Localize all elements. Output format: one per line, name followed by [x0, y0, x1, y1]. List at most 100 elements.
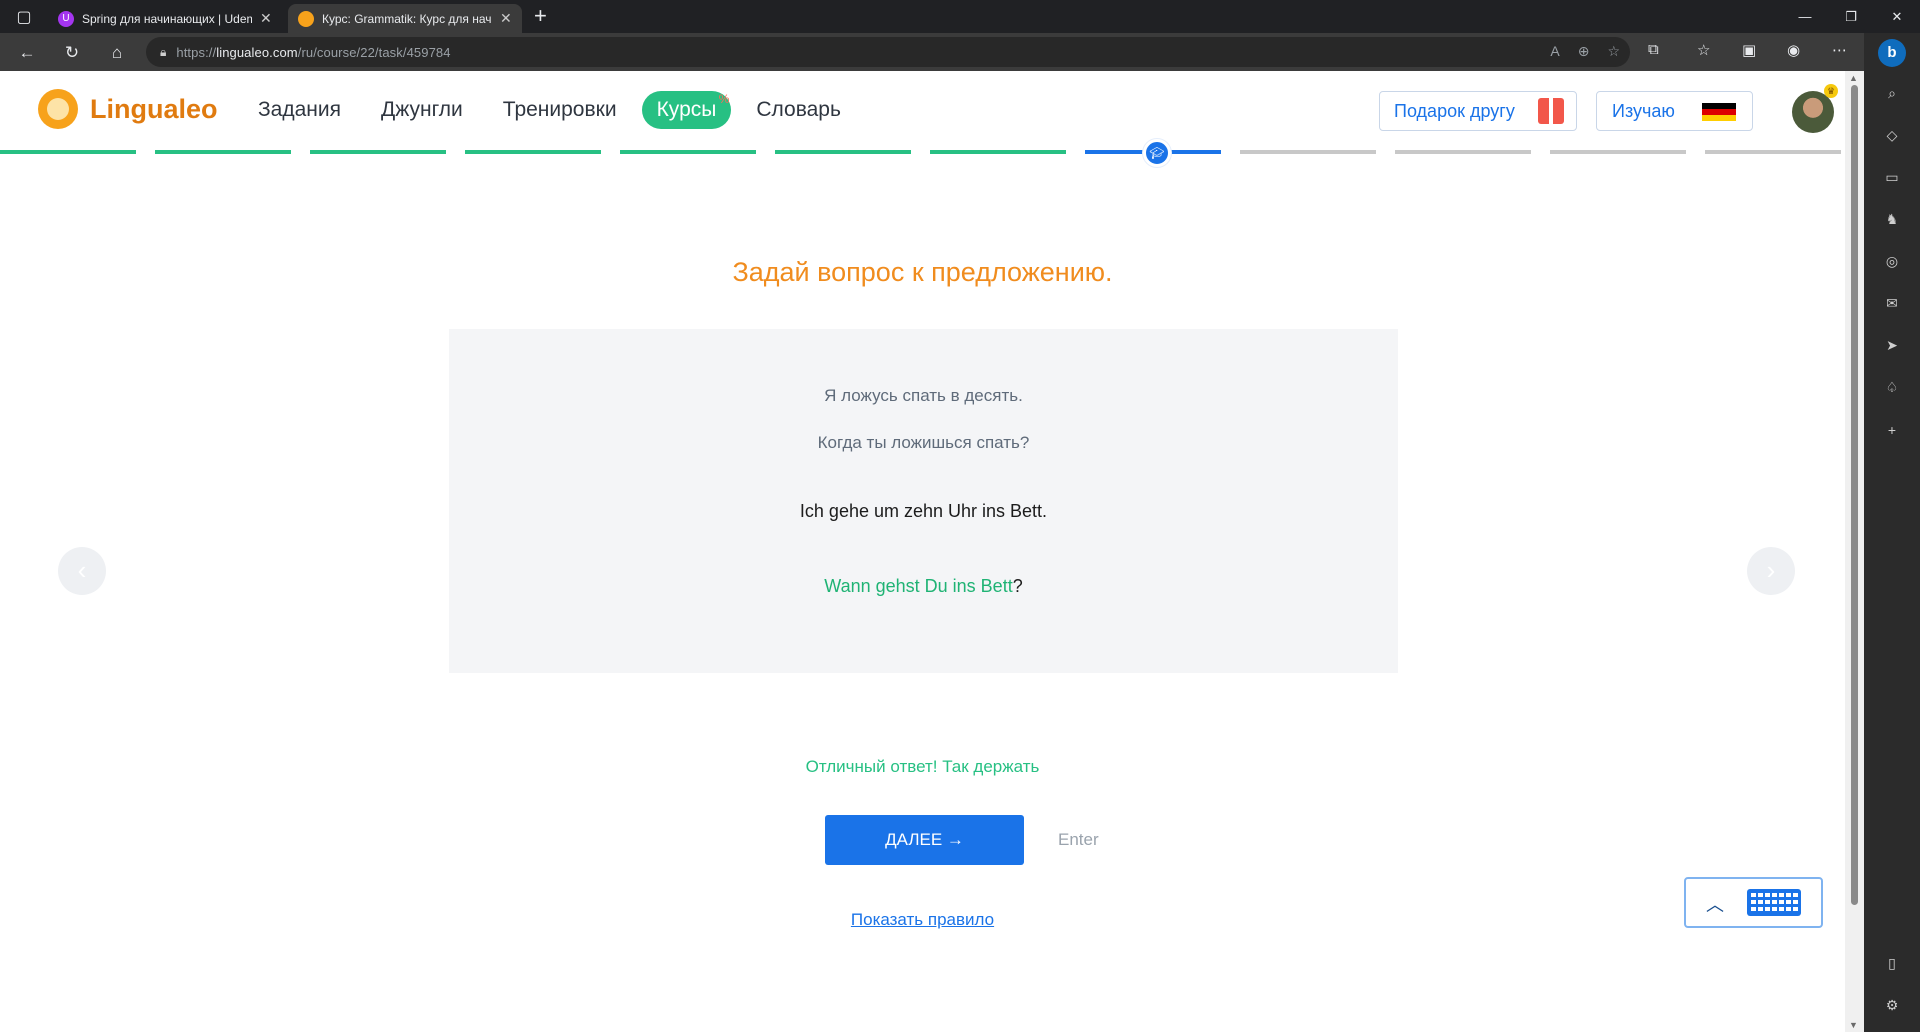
tree-icon[interactable]: ♤	[1882, 377, 1902, 397]
tools-briefcase-icon[interactable]: ▭	[1882, 167, 1902, 187]
feedback-message: Отличный ответ! Так держать	[805, 757, 1040, 776]
gift-icon	[1538, 98, 1564, 124]
close-window-icon[interactable]: ✕	[1874, 0, 1920, 33]
answer-punctuation: ?	[1012, 576, 1023, 596]
gift-button-label: Подарок другу	[1394, 100, 1515, 121]
main-nav: Задания Джунгли Тренировки Курсы% Словар…	[258, 91, 881, 129]
games-icon[interactable]: ♞	[1882, 209, 1902, 229]
task-progress-bar	[0, 150, 1845, 154]
page-scrollbar[interactable]: ▲ ▼	[1845, 71, 1864, 1032]
chevron-left-icon: ‹	[77, 555, 87, 585]
chevron-up-icon: ︿	[1706, 895, 1724, 915]
progress-segment	[930, 150, 1066, 154]
percent-badge-icon: %	[718, 92, 730, 106]
scroll-up-icon[interactable]: ▲	[1849, 73, 1858, 83]
nav-dictionary[interactable]: Словарь	[756, 91, 841, 129]
site-header: Lingualeo Задания Джунгли Тренировки Кур…	[0, 71, 1845, 146]
hint-question-ru: Когда ты ложишься спать?	[817, 433, 1030, 452]
progress-segment	[1705, 150, 1841, 154]
progress-segment	[1240, 150, 1376, 154]
bing-copilot-icon[interactable]: b	[1878, 39, 1906, 67]
exercise-card: Я ложусь спать в десять. Когда ты ложишь…	[449, 329, 1398, 673]
url-text: https://lingualeo.com/ru/course/22/task/…	[176, 44, 451, 60]
scroll-down-icon[interactable]: ▼	[1849, 1020, 1858, 1030]
office-icon[interactable]: ◎	[1882, 251, 1902, 271]
answer-correct-text: Wann gehst Du ins Bett	[824, 576, 1013, 596]
address-bar[interactable]: 🔒︎ https://lingualeo.com/ru/course/22/ta…	[146, 37, 1630, 67]
tab-title: Spring для начинающих | Udem	[82, 11, 252, 26]
address-bar-actions: A ⊕ ☆	[1550, 43, 1620, 60]
keyboard-widget[interactable]: ︿	[1684, 877, 1823, 928]
browser-tab-lingualeo[interactable]: Курс: Grammatik: Курс для начи ✕	[288, 4, 522, 33]
new-tab-icon[interactable]: +	[534, 3, 547, 29]
show-rule-link: Показать правило	[0, 910, 1845, 930]
next-task-arrow-button[interactable]: ›	[1747, 547, 1795, 595]
progress-segment	[620, 150, 756, 154]
logo-text: Lingualeo	[90, 93, 218, 124]
progress-segment	[1395, 150, 1531, 154]
extensions-icon[interactable]: ⧉	[1648, 41, 1659, 58]
add-sidebar-icon[interactable]: +	[1882, 420, 1902, 440]
more-menu-icon[interactable]: ⋯	[1832, 41, 1847, 59]
send-icon[interactable]: ➤	[1882, 335, 1902, 355]
german-flag-icon	[1702, 103, 1736, 121]
close-tab-icon[interactable]: ✕	[260, 10, 272, 27]
keyboard-icon	[1747, 889, 1801, 916]
progress-segment	[310, 150, 446, 154]
settings-gear-icon[interactable]: ⚙	[1882, 995, 1902, 1015]
site-logo[interactable]: Lingualeo	[38, 89, 218, 129]
scrollbar-thumb[interactable]	[1851, 85, 1858, 905]
window-controls: — ❐ ✕	[1782, 0, 1920, 33]
minimize-icon[interactable]: —	[1782, 0, 1828, 33]
home-icon[interactable]: ⌂	[106, 42, 128, 64]
show-rule-link-text[interactable]: Показать правило	[851, 910, 994, 929]
user-answer: Wann gehst Du ins Bett?	[449, 576, 1398, 597]
lock-icon: 🔒︎	[160, 44, 167, 59]
nav-courses-label: Курсы	[656, 98, 717, 121]
progress-segment	[465, 150, 601, 154]
premium-crown-icon: ♛	[1824, 84, 1838, 98]
restore-icon[interactable]: ❐	[1828, 0, 1874, 33]
progress-segment	[775, 150, 911, 154]
progress-segment	[0, 150, 136, 154]
favorites-icon[interactable]: ☆	[1697, 41, 1710, 59]
nav-trainings[interactable]: Тренировки	[503, 91, 617, 129]
graduation-cap-icon: 🎓︎	[1143, 139, 1171, 167]
refresh-icon[interactable]: ↻	[61, 42, 83, 64]
nav-tasks[interactable]: Задания	[258, 91, 341, 129]
udemy-favicon-icon: U	[58, 10, 74, 27]
profile-icon[interactable]: ◉	[1787, 41, 1800, 59]
sidebar-toggle-icon[interactable]: ▯	[1882, 953, 1902, 973]
nav-jungle[interactable]: Джунгли	[381, 91, 463, 129]
progress-segment	[155, 150, 291, 154]
back-icon[interactable]: ←	[16, 42, 38, 64]
close-tab-icon[interactable]: ✕	[500, 10, 512, 27]
progress-segment	[1550, 150, 1686, 154]
nav-courses[interactable]: Курсы%	[641, 91, 732, 129]
browser-tab-udemy[interactable]: U Spring для начинающих | Udem ✕	[48, 4, 282, 33]
read-aloud-icon[interactable]: A	[1550, 43, 1559, 60]
outlook-icon[interactable]: ✉	[1882, 293, 1902, 313]
lion-logo-icon	[38, 89, 78, 129]
task-title: Задай вопрос к предложению.	[732, 257, 1113, 287]
shopping-tag-icon[interactable]: ◇	[1882, 125, 1902, 145]
tab-actions-icon[interactable]: ▢	[0, 0, 48, 33]
previous-task-button[interactable]: ‹	[58, 547, 106, 595]
browser-tab-bar: ▢ U Spring для начинающих | Udem ✕ Курс:…	[0, 0, 1920, 33]
lingualeo-favicon-icon	[298, 10, 314, 27]
gift-friend-button[interactable]: Подарок другу	[1379, 91, 1577, 131]
favorite-add-icon[interactable]: ☆	[1607, 43, 1620, 60]
search-icon[interactable]: ⌕	[1882, 83, 1902, 103]
enter-key-hint: Enter	[1058, 830, 1099, 849]
learning-button-label: Изучаю	[1612, 100, 1675, 121]
learning-language-button[interactable]: Изучаю	[1596, 91, 1753, 131]
collections-icon[interactable]: ▣	[1742, 41, 1756, 59]
chevron-right-icon: ›	[1766, 555, 1776, 585]
hint-sentence-ru: Я ложусь спать в десять.	[824, 386, 1023, 405]
page-content: Lingualeo Задания Джунгли Тренировки Кур…	[0, 71, 1845, 1032]
next-button[interactable]: ДАЛЕЕ →	[825, 815, 1024, 865]
browser-toolbar: ← ↻ ⌂ 🔒︎ https://lingualeo.com/ru/course…	[0, 33, 1920, 71]
tab-title: Курс: Grammatik: Курс для начи	[322, 11, 492, 26]
zoom-icon[interactable]: ⊕	[1578, 43, 1590, 60]
target-sentence: Ich gehe um zehn Uhr ins Bett.	[799, 501, 1048, 521]
